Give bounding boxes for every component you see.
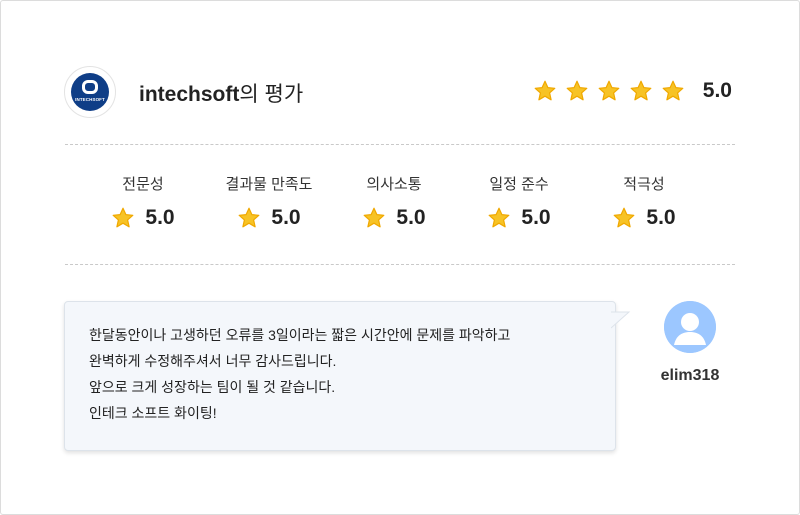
review-comment: 한달동안이나 고생하던 오류를 3일이라는 짧은 시간안에 문제를 파악하고 완… [89,322,599,426]
star-icon [111,206,135,230]
star-icon [612,206,636,230]
logo-ring-icon [82,80,98,94]
comment-bubble: 한달동안이나 고생하던 오류를 3일이라는 짧은 시간안에 문제를 파악하고 완… [64,301,616,451]
criterion-proactiveness: 적극성 5.0 [564,173,724,230]
criterion-score-row: 5.0 [564,206,724,230]
divider [65,144,735,145]
avatar-silhouette-icon [664,301,716,353]
comment-line: 한달동안이나 고생하던 오류를 3일이라는 짧은 시간안에 문제를 파악하고 [89,327,511,343]
criterion-score: 5.0 [396,206,426,229]
overall-rating: 5.0 [533,79,732,103]
criterion-score: 5.0 [521,206,551,229]
star-icon [629,79,653,103]
star-icon [597,79,621,103]
review-title-suffix: 의 평가 [239,83,304,106]
company-name: intechsoft [139,83,240,106]
review-header: INTECHSOFT intechsoft의 평가 5.0 [64,66,734,118]
comment-line: 완벽하게 수정해주셔서 너무 감사드립니다. [89,353,337,369]
company-logo-mark: INTECHSOFT [71,73,109,111]
user-avatar-icon [664,301,716,353]
comment-line: 인테크 소프트 화이팅! [89,405,217,421]
criteria-ratings: 전문성 5.0 결과물 만족도 5.0 의사소통 5.0 일정 준수 5.0 적… [1,173,800,243]
company-logo: INTECHSOFT [64,66,116,118]
star-icon [362,206,386,230]
criterion-score: 5.0 [271,206,301,229]
star-icon [565,79,589,103]
review-title: intechsoft의 평가 [139,78,303,108]
review-card: INTECHSOFT intechsoft의 평가 5.0 전문성 5.0 결과… [0,0,800,515]
overall-score: 5.0 [702,79,732,102]
star-icon [533,79,557,103]
criterion-score: 5.0 [646,206,676,229]
star-icon [487,206,511,230]
star-icon [661,79,685,103]
divider [65,264,735,265]
star-icon [237,206,261,230]
comment-line: 앞으로 크게 성장하는 팀이 될 것 같습니다. [89,379,336,395]
logo-text: INTECHSOFT [75,97,105,102]
bubble-tail [611,311,631,329]
criterion-label: 적극성 [623,176,665,193]
reviewer-username: elim318 [660,367,720,384]
criterion-score: 5.0 [145,206,175,229]
